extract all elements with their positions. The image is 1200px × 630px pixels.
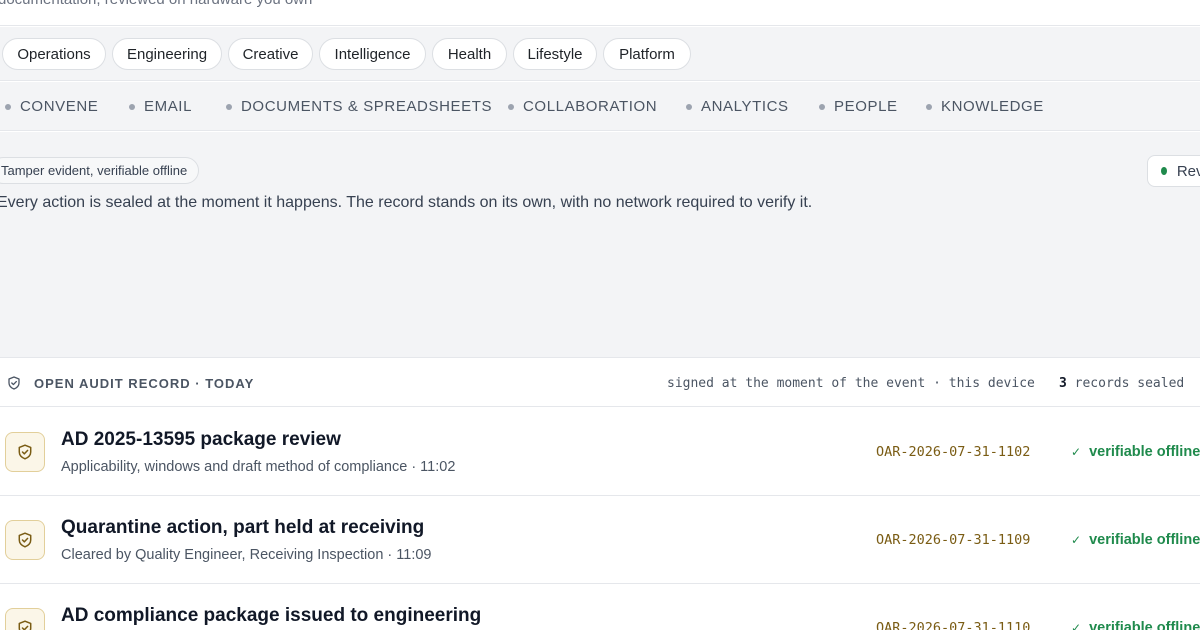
record-count-label: records sealed bbox=[1074, 376, 1185, 391]
category-nav: Operations Engineering Creative Intellig… bbox=[0, 27, 1200, 81]
module-label: DOCUMENTS & SPREADSHEETS bbox=[241, 98, 493, 115]
category-chip-lifestyle[interactable]: Lifestyle bbox=[513, 38, 597, 70]
module-tab-analytics[interactable]: ANALYTICS bbox=[686, 98, 789, 115]
module-tab-documents[interactable]: DOCUMENTS & SPREADSHEETS bbox=[226, 98, 492, 115]
record-icon bbox=[5, 608, 45, 630]
records-count: 3 records sealed bbox=[1059, 376, 1184, 391]
record-status-label: verifiable offline bbox=[1089, 620, 1200, 630]
module-label: KNOWLEDGE bbox=[941, 98, 1044, 115]
signing-note: signed at the moment of the event · this… bbox=[667, 376, 1035, 391]
bullet-dot-icon bbox=[926, 103, 932, 110]
status-dot-icon bbox=[1161, 167, 1167, 175]
record-status: ✓ verifiable offline bbox=[1071, 532, 1200, 548]
review-label: Review bbox=[1176, 162, 1200, 180]
bullet-dot-icon bbox=[819, 103, 825, 110]
check-icon: ✓ bbox=[1071, 533, 1082, 547]
module-label: EMAIL bbox=[144, 98, 193, 115]
record-status-label: verifiable offline bbox=[1089, 444, 1200, 460]
record-status: ✓ verifiable offline bbox=[1071, 620, 1200, 630]
record-status: ✓ verifiable offline bbox=[1071, 444, 1200, 460]
record-id: OAR-2026-07-31-1102 bbox=[876, 444, 1031, 460]
shield-icon bbox=[8, 376, 20, 390]
hero-section: Tamper evident, verifiable offline Every… bbox=[0, 132, 1200, 358]
record-status-label: verifiable offline bbox=[1089, 532, 1200, 548]
audit-title: OPEN AUDIT RECORD · TODAY bbox=[34, 376, 255, 391]
record-subtitle: Cleared by Quality Engineer, Receiving I… bbox=[61, 547, 432, 563]
module-label: ANALYTICS bbox=[701, 98, 789, 115]
record-title: AD compliance package issued to engineer… bbox=[61, 605, 482, 626]
bullet-dot-icon bbox=[129, 103, 135, 110]
module-label: CONVENE bbox=[20, 98, 99, 115]
audit-record-row[interactable]: Quarantine action, part held at receivin… bbox=[0, 496, 1200, 584]
record-title: AD 2025-13595 package review bbox=[61, 429, 341, 450]
feature-pill: Tamper evident, verifiable offline bbox=[0, 157, 200, 184]
page-subtitle: documentation, reviewed on hardware you … bbox=[0, 0, 312, 8]
shield-check-icon bbox=[18, 620, 32, 630]
record-title: Quarantine action, part held at receivin… bbox=[61, 517, 425, 538]
module-tab-email[interactable]: EMAIL bbox=[129, 98, 192, 115]
page-header: documentation, reviewed on hardware you … bbox=[0, 0, 1200, 26]
module-label: PEOPLE bbox=[834, 98, 898, 115]
audit-record-header: OPEN AUDIT RECORD · TODAY signed at the … bbox=[0, 359, 1200, 407]
record-icon bbox=[5, 432, 45, 472]
record-id: OAR-2026-07-31-1109 bbox=[876, 532, 1031, 548]
bullet-dot-icon bbox=[226, 103, 232, 110]
record-icon bbox=[5, 520, 45, 560]
module-nav: CONVENE EMAIL DOCUMENTS & SPREADSHEETS C… bbox=[0, 82, 1200, 131]
module-tab-convene[interactable]: CONVENE bbox=[5, 98, 98, 115]
bullet-dot-icon bbox=[508, 103, 514, 110]
audit-record-row[interactable]: AD compliance package issued to engineer… bbox=[0, 584, 1200, 630]
module-tab-collaboration[interactable]: COLLABORATION bbox=[508, 98, 657, 115]
module-tab-people[interactable]: PEOPLE bbox=[819, 98, 898, 115]
check-icon: ✓ bbox=[1071, 445, 1082, 459]
category-chip-health[interactable]: Health bbox=[432, 38, 507, 70]
bullet-dot-icon bbox=[686, 103, 692, 110]
category-chip-platform[interactable]: Platform bbox=[603, 38, 691, 70]
category-chip-creative[interactable]: Creative bbox=[228, 38, 313, 70]
shield-check-icon bbox=[18, 532, 32, 548]
record-id: OAR-2026-07-31-1110 bbox=[876, 620, 1031, 630]
check-icon: ✓ bbox=[1071, 621, 1082, 630]
module-label: COLLABORATION bbox=[523, 98, 658, 115]
shield-check-icon bbox=[18, 444, 32, 460]
record-subtitle: Applicability, windows and draft method … bbox=[61, 459, 456, 475]
bullet-dot-icon bbox=[5, 103, 11, 110]
review-button[interactable]: Review bbox=[1147, 155, 1200, 187]
category-chip-intelligence[interactable]: Intelligence bbox=[319, 38, 426, 70]
category-chip-engineering[interactable]: Engineering bbox=[112, 38, 222, 70]
hero-description: Every action is sealed at the moment it … bbox=[0, 194, 813, 211]
module-tab-knowledge[interactable]: KNOWLEDGE bbox=[926, 98, 1044, 115]
category-chip-operations[interactable]: Operations bbox=[2, 38, 106, 70]
audit-record-row[interactable]: AD 2025-13595 package review Applicabili… bbox=[0, 408, 1200, 496]
record-count-value: 3 bbox=[1059, 376, 1067, 391]
